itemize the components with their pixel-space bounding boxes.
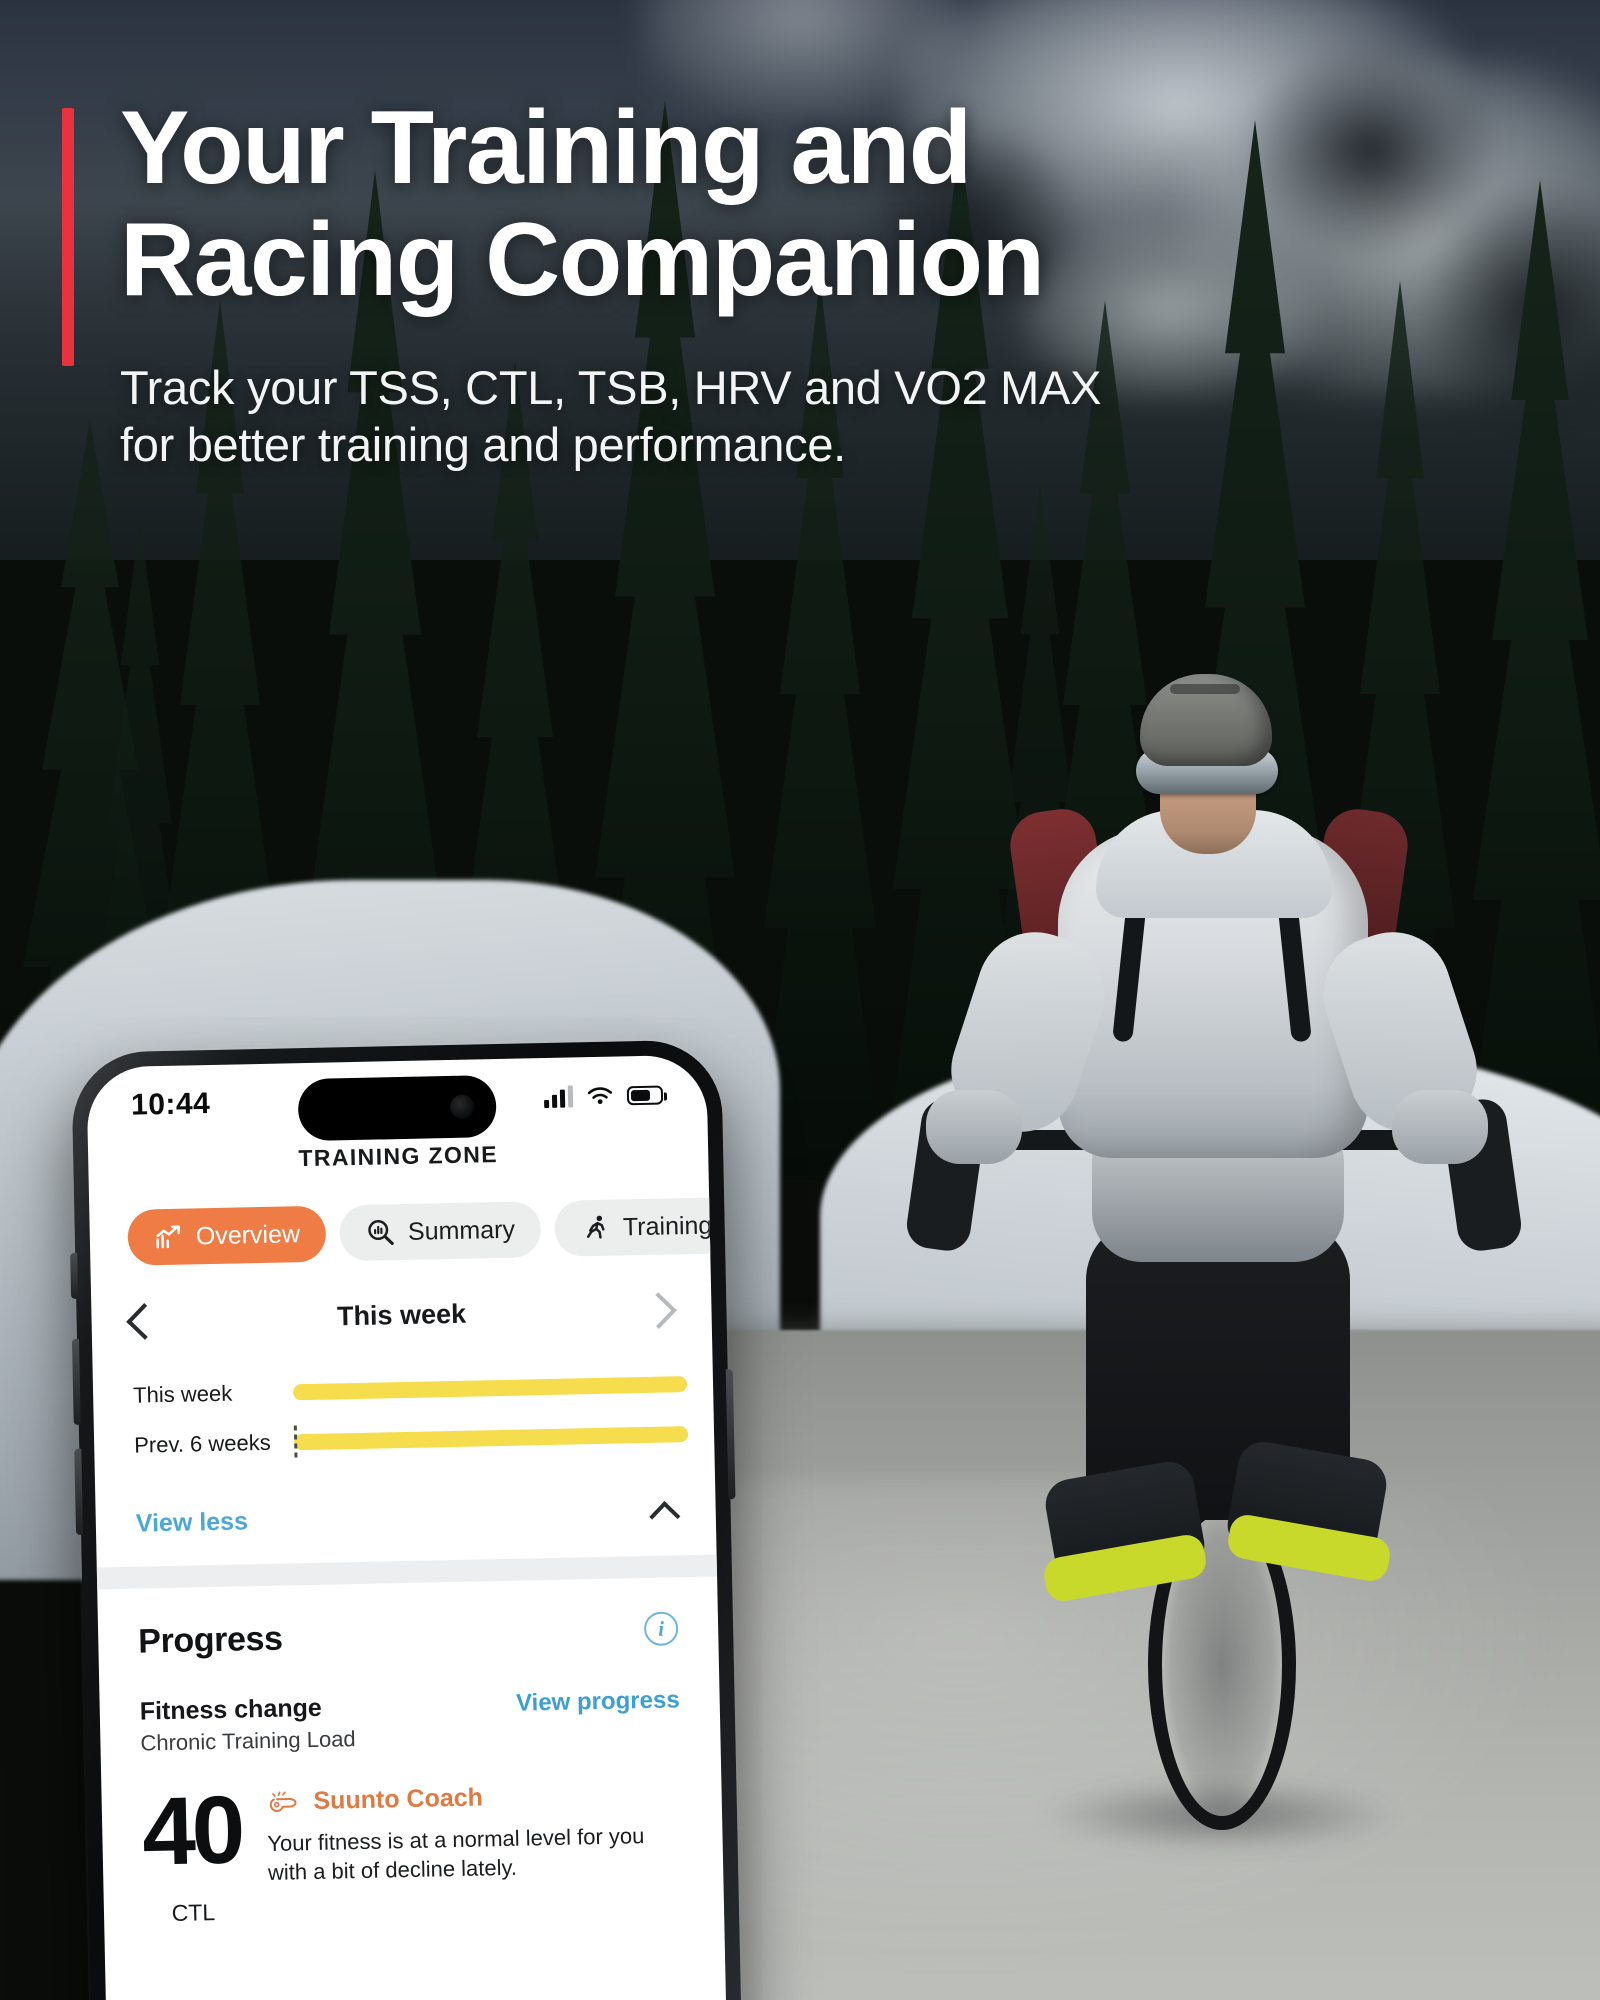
coach-header: Suunto Coach bbox=[266, 1779, 682, 1817]
training-load-bars: This week Prev. 6 weeks bbox=[92, 1325, 714, 1460]
ctl-unit-label: CTL bbox=[171, 1899, 216, 1927]
load-bar-row: This week bbox=[132, 1371, 688, 1409]
info-circle-icon[interactable]: i bbox=[643, 1611, 679, 1647]
tab-summary[interactable]: Summary bbox=[339, 1201, 542, 1262]
load-bar-label: Prev. 6 weeks bbox=[133, 1429, 271, 1458]
fitness-change-subheading: Chronic Training Load bbox=[140, 1726, 356, 1756]
runner-icon bbox=[587, 1215, 605, 1239]
load-bar-track bbox=[293, 1425, 689, 1460]
progress-section: Progress i Fitness change Chronic Traini… bbox=[97, 1577, 724, 1929]
week-navigator[interactable]: This week bbox=[90, 1254, 711, 1340]
coach-name: Suunto Coach bbox=[313, 1783, 484, 1816]
volume-down-button[interactable] bbox=[74, 1448, 84, 1535]
coach-message: Your fitness is at a normal level for yo… bbox=[267, 1823, 645, 1886]
mute-switch[interactable] bbox=[70, 1252, 79, 1299]
chart-trend-icon bbox=[156, 1225, 181, 1249]
ctl-value: 40 bbox=[141, 1776, 243, 1886]
dynamic-island bbox=[297, 1075, 497, 1142]
load-bar-fill bbox=[292, 1376, 688, 1401]
tab-training-label: Training bbox=[622, 1211, 713, 1241]
tab-training[interactable]: Training bbox=[554, 1196, 728, 1257]
subtitle-line-1: Track your TSS, CTL, TSB, HRV and VO2 MA… bbox=[120, 360, 1102, 414]
page-title: Your Training and Racing Companion bbox=[120, 92, 1300, 317]
chevron-right-icon[interactable] bbox=[640, 1291, 677, 1329]
chevron-left-icon[interactable] bbox=[126, 1302, 163, 1340]
battery-icon bbox=[626, 1085, 664, 1105]
tab-summary-label: Summary bbox=[407, 1215, 516, 1246]
load-bar-row: Prev. 6 weeks bbox=[133, 1421, 689, 1460]
phone-mockup: 10:44 TRAINING ZONE Overview Summary Tra… bbox=[70, 1039, 744, 2000]
week-label: This week bbox=[336, 1298, 467, 1332]
chart-search-icon bbox=[368, 1220, 394, 1245]
accent-bar bbox=[62, 108, 74, 366]
page-subtitle: Track your TSS, CTL, TSB, HRV and VO2 MA… bbox=[120, 359, 1300, 474]
cellular-signal-icon bbox=[544, 1085, 574, 1109]
load-bar-fill bbox=[294, 1426, 689, 1451]
coach-insight: 40 CTL Suunto Coach Your fitness is at a… bbox=[141, 1776, 684, 1929]
wifi-icon bbox=[587, 1086, 613, 1104]
chevron-up-icon[interactable] bbox=[649, 1501, 681, 1533]
tab-bar[interactable]: Overview Summary Training bbox=[89, 1164, 728, 1267]
load-bar-track bbox=[292, 1376, 688, 1401]
front-camera-icon bbox=[449, 1094, 475, 1119]
view-less-row[interactable]: View less bbox=[95, 1471, 717, 1568]
coach-message-block: Suunto Coach Your fitness is at a normal… bbox=[266, 1779, 683, 1888]
load-bar-label: This week bbox=[132, 1380, 233, 1408]
tab-overview-label: Overview bbox=[195, 1219, 301, 1250]
hero-section: Your Training and Racing Companion Track… bbox=[0, 0, 1600, 473]
status-time: 10:44 bbox=[130, 1087, 211, 1122]
view-progress-link[interactable]: View progress bbox=[516, 1686, 680, 1717]
volume-up-button[interactable] bbox=[71, 1338, 81, 1425]
load-bar-marker bbox=[293, 1425, 298, 1460]
ctl-metric: 40 CTL bbox=[141, 1776, 243, 1929]
subtitle-line-2: for better training and performance. bbox=[120, 417, 846, 471]
cyclist-figure bbox=[903, 660, 1525, 1860]
fitness-change-heading: Fitness change bbox=[139, 1693, 323, 1726]
phone-screen: 10:44 TRAINING ZONE Overview Summary Tra… bbox=[86, 1054, 728, 2000]
headline-line-1: Your Training and bbox=[120, 90, 972, 206]
headline-line-2: Racing Companion bbox=[120, 202, 1045, 319]
tab-overview[interactable]: Overview bbox=[127, 1205, 327, 1266]
status-indicators bbox=[544, 1084, 664, 1109]
whistle-icon bbox=[269, 1791, 297, 1812]
progress-title: Progress bbox=[137, 1619, 283, 1661]
fitness-change-row: Fitness change Chronic Training Load Vie… bbox=[139, 1686, 680, 1756]
view-less-label: View less bbox=[135, 1506, 249, 1538]
progress-header: Progress i bbox=[138, 1611, 679, 1661]
status-bar: 10:44 bbox=[86, 1055, 707, 1146]
